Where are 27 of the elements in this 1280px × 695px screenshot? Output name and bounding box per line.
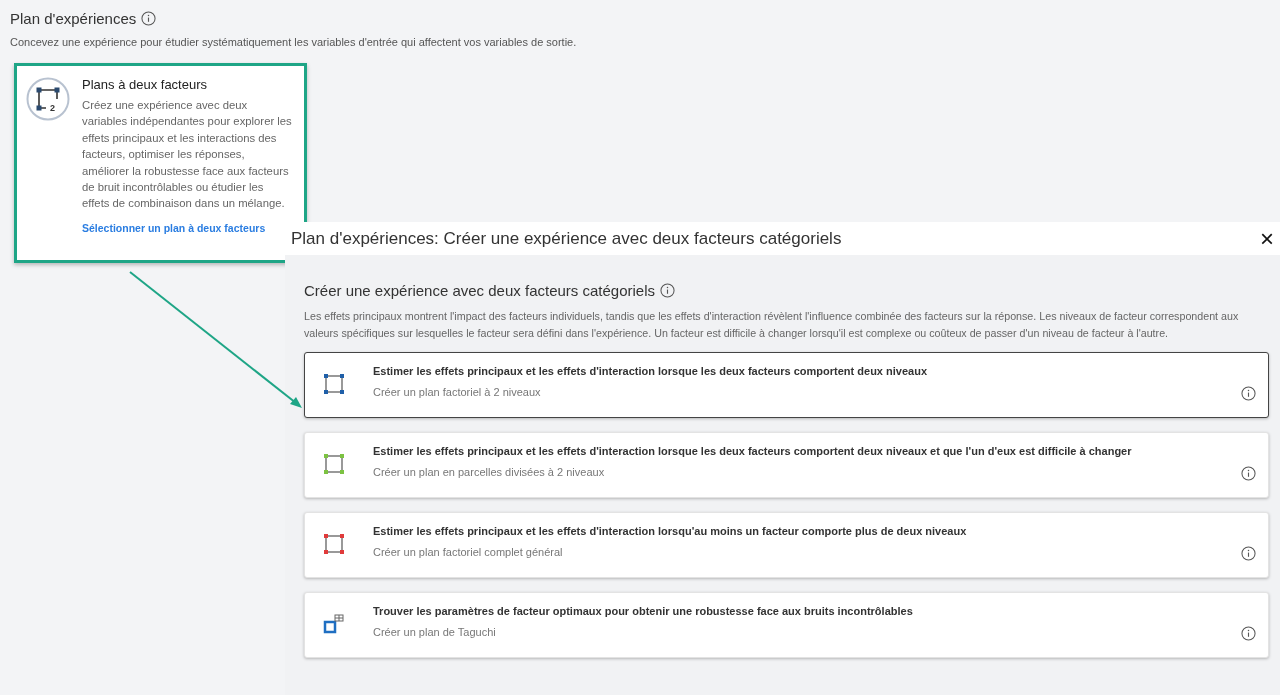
info-icon[interactable] <box>141 11 157 26</box>
design-option[interactable]: Estimer les effets principaux et les effets d'interaction lorsque les deux facteurs comportent deux niveaux et que l'un d'eux est difficile à changer Créer un plan en parcelles divisées à 2 niveaux <box>304 432 1269 498</box>
info-icon[interactable] <box>1241 466 1256 481</box>
page-title: Plan d'expériences <box>10 10 137 27</box>
info-icon[interactable] <box>660 283 676 298</box>
dialog-description: Les effets principaux montrent l'impact des facteurs individuels, tandis que les effets d'interaction révèlent l'influence combinée des facteurs sur la réponse. Les niveaux de facteur correspondent aux valeurs spécifiques sur lesquelles le facteur sera défini dans l'expérience. Un facteur est difficile à changer lorsqu'il est complexe ou coûteux de passer d'un niveau de facteur à l'autre. <box>304 309 1240 341</box>
option-subtitle: Créer un plan de Taguchi <box>373 626 497 638</box>
info-icon[interactable] <box>1241 546 1256 561</box>
card-title: Plans à deux facteurs <box>82 77 209 92</box>
option-title: Estimer les effets principaux et les effets d'interaction lorsque les deux facteurs comportent deux niveaux et que l'un d'eux est difficile à changer <box>373 445 1132 457</box>
option-subtitle: Créer un plan factoriel complet général <box>373 546 564 558</box>
design-option[interactable]: Estimer les effets principaux et les effets d'interaction lorsque les deux facteurs comportent deux niveaux Créer un plan factoriel à 2 niveaux <box>304 352 1269 418</box>
close-button[interactable]: × <box>1256 226 1278 251</box>
design-option[interactable]: Trouver les paramètres de facteur optimaux pour obtenir une robustesse face aux bruits incontrôlables Créer un plan de Taguchi <box>304 592 1269 658</box>
card-description: Créez une expérience avec deux variables indépendantes pour explorer les effets principaux et les interactions des facteurs, optimiser les réponses, améliorer la robustesse face aux facteurs de bruit incontrôlables ou étudier les effets de combinaison dans un mélange. <box>82 98 292 212</box>
square-badge-icon: 2 <box>26 77 70 121</box>
option-title: Trouver les paramètres de facteur optimaux pour obtenir une robustesse face aux bruits incontrôlables <box>373 605 913 617</box>
option-title: Estimer les effets principaux et les effets d'interaction lorsqu'au moins un facteur comporte plus de deux niveaux <box>373 525 967 537</box>
option-title: Estimer les effets principaux et les effets d'interaction lorsque les deux facteurs comportent deux niveaux <box>373 365 927 377</box>
option-subtitle: Créer un plan en parcelles divisées à 2 niveaux <box>373 466 606 478</box>
dialog-heading: Créer une expérience avec deux facteurs catégoriels <box>304 282 656 299</box>
info-icon[interactable] <box>1241 386 1256 401</box>
design-option[interactable]: Estimer les effets principaux et les effets d'interaction lorsqu'au moins un facteur comporte plus de deux niveaux Créer un plan factoriel complet général <box>304 512 1269 578</box>
option-subtitle: Créer un plan factoriel à 2 niveaux <box>373 386 542 398</box>
info-icon[interactable] <box>1241 626 1256 641</box>
dialog-title: Plan d'expériences: Créer une expérience avec deux facteurs catégoriels <box>291 228 842 249</box>
page-description: Concevez une expérience pour étudier systématiquement les variables d'entrée qui affectent vos variables de sortie. <box>10 36 578 48</box>
